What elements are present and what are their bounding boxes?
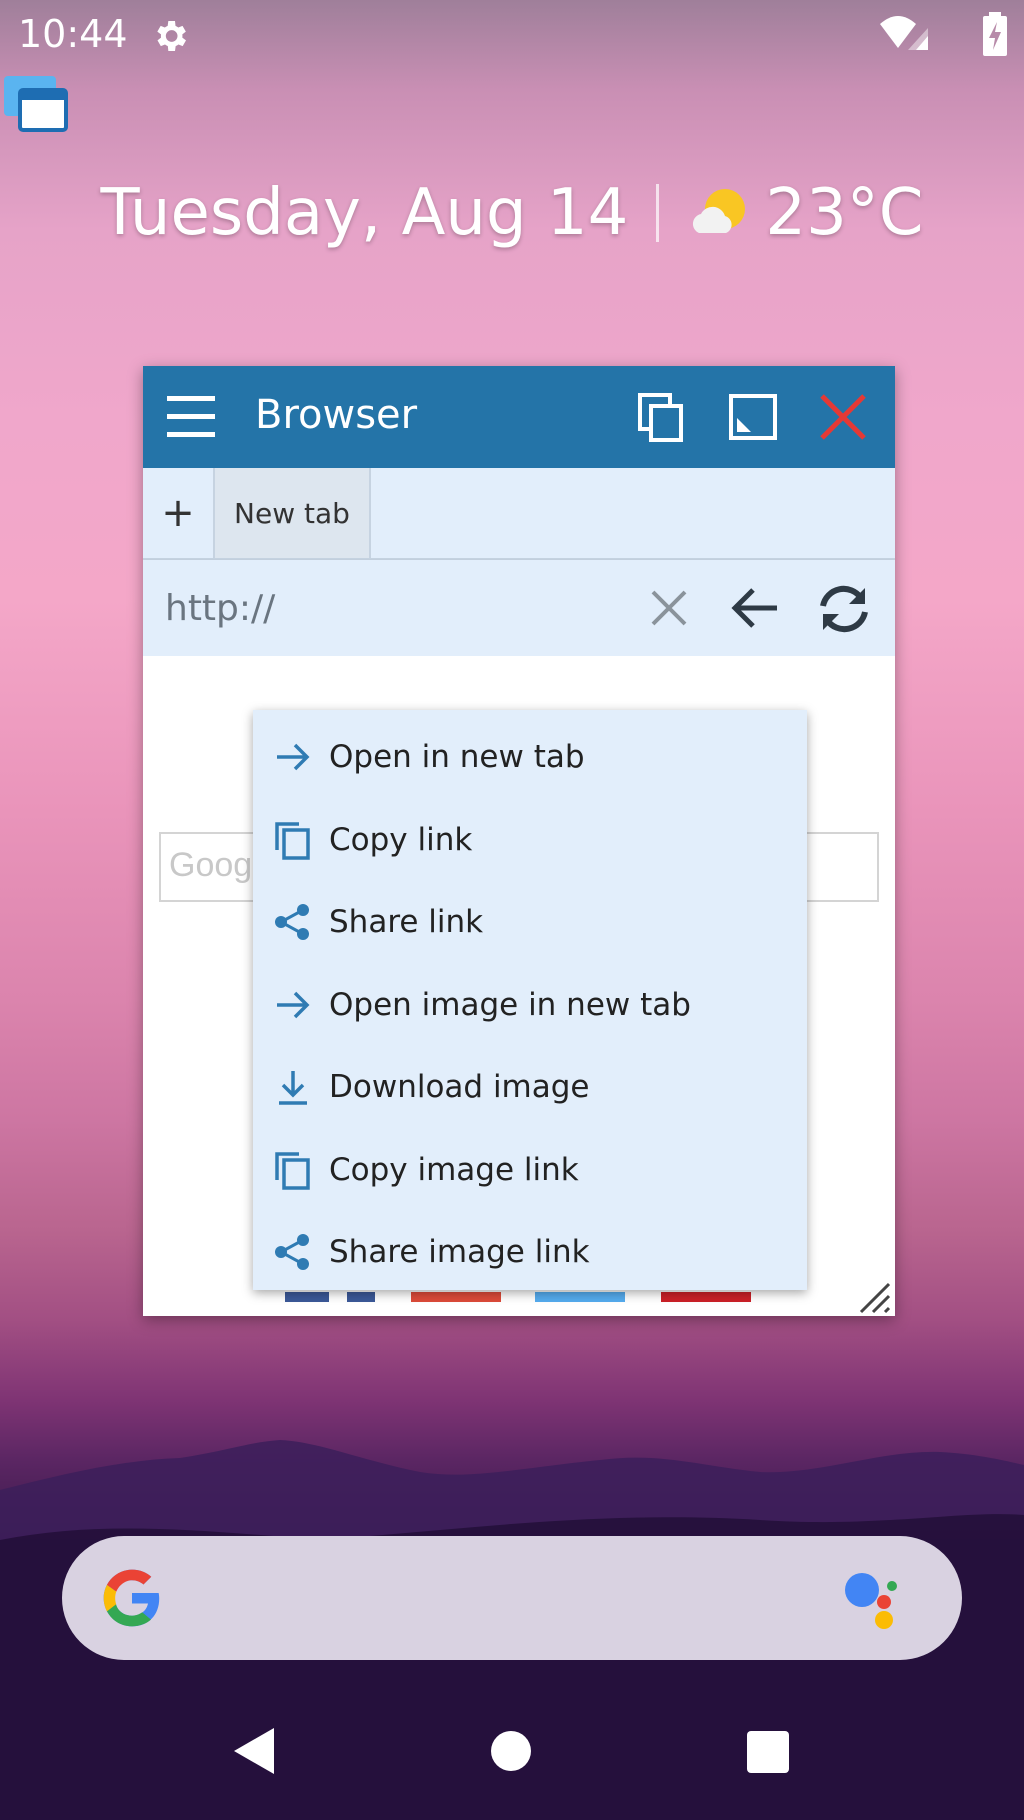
share-bar[interactable] (347, 1292, 375, 1302)
date-weather-widget[interactable]: Tuesday, Aug 14 23°C (0, 168, 1024, 258)
share-bar[interactable] (411, 1292, 501, 1302)
menu-copy-image-link[interactable]: Copy image link (253, 1129, 807, 1212)
url-bar (143, 560, 895, 656)
tab-new[interactable]: New tab (213, 468, 371, 558)
share-bar[interactable] (285, 1292, 329, 1302)
tab-bar: + New tab (143, 468, 895, 560)
partly-cloudy-icon (693, 189, 746, 233)
copy-icon (275, 822, 310, 860)
battery-charging-icon (983, 12, 1007, 56)
share-bar[interactable] (535, 1292, 625, 1302)
status-time: 10:44 (18, 12, 128, 56)
menu-download-image[interactable]: Download image (253, 1046, 807, 1129)
assistant-icon[interactable] (842, 1568, 912, 1632)
share-icon (275, 1234, 309, 1271)
share-icon (275, 904, 309, 941)
home-icon[interactable] (490, 1730, 532, 1772)
title-bar[interactable]: Browser (143, 366, 895, 468)
temperature: 23°C (765, 176, 924, 250)
multi-window-icon[interactable] (637, 392, 685, 442)
copy-icon (275, 1152, 310, 1190)
window-title: Browser (255, 392, 418, 438)
arrow-right-icon (277, 991, 310, 1018)
download-icon (279, 1071, 307, 1105)
menu-share-image-link[interactable]: Share image link (253, 1211, 807, 1294)
resize-icon[interactable] (729, 394, 777, 440)
menu-copy-link[interactable]: Copy link (253, 799, 807, 882)
separator (656, 184, 660, 242)
search-logo-text: Goog (169, 846, 253, 884)
close-icon[interactable] (819, 392, 867, 442)
google-logo[interactable] (98, 1564, 166, 1632)
menu-icon[interactable] (167, 394, 215, 440)
date-text: Tuesday, Aug 14 (100, 176, 629, 250)
arrow-right-icon (277, 744, 310, 771)
wifi-icon (880, 16, 928, 50)
resize-grip-icon[interactable] (855, 1278, 891, 1314)
back-icon[interactable] (232, 1726, 276, 1776)
reload-icon[interactable] (815, 584, 873, 634)
weather: 23°C (687, 176, 923, 250)
context-menu: Open in new tab Copy link Share link Ope… (253, 710, 807, 1290)
share-bar[interactable] (661, 1292, 751, 1302)
clear-icon[interactable] (649, 588, 689, 628)
gear-icon (157, 21, 186, 51)
menu-open-image-in-new-tab[interactable]: Open image in new tab (253, 964, 807, 1047)
pip-window-icon[interactable] (2, 74, 68, 132)
menu-share-link[interactable]: Share link (253, 881, 807, 964)
tab-label: New tab (234, 496, 350, 530)
google-search-bar[interactable] (62, 1536, 962, 1660)
url-input[interactable] (165, 586, 585, 630)
menu-open-in-new-tab[interactable]: Open in new tab (253, 716, 807, 799)
add-tab-button[interactable]: + (143, 468, 213, 558)
back-arrow-icon[interactable] (731, 586, 779, 630)
recents-icon[interactable] (746, 1730, 790, 1774)
